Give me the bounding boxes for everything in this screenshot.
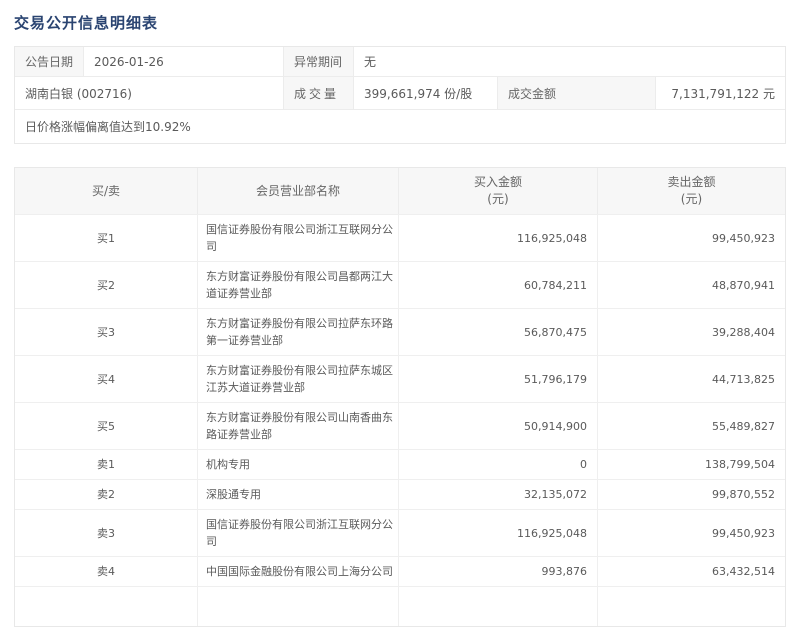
summary-row-note: 日价格涨幅偏离值达到10.92%	[15, 109, 785, 143]
side-cell: 买1	[15, 215, 198, 261]
abnormal-period-value: 无	[364, 55, 377, 69]
sell-amount-cell: 63,432,514	[712, 565, 775, 578]
sell-amount-cell: 48,870,941	[712, 278, 775, 292]
buy-amount-cell: 51,796,179	[399, 356, 598, 402]
broker-name-cell: 中国国际金融股份有限公司上海分公司	[198, 557, 399, 586]
table-row: 买1 国信证券股份有限公司浙江互联网分公司 116,925,048 99,450,92…	[15, 214, 785, 261]
table-row: 卖4 中国国际金融股份有限公司上海分公司 993,876 63,432,514	[15, 556, 785, 586]
announce-date-value: 2026-01-26	[84, 47, 284, 76]
buy-amount-cell: 993,876	[399, 557, 598, 586]
broker-table-header: 买/卖 会员营业部名称 买入金额 (元) 卖出金额 (元)	[15, 168, 785, 214]
side-cell	[15, 587, 198, 626]
buy-amount-cell: 32,135,072	[399, 480, 598, 509]
turnover-value: 7,131,791,122 元	[671, 86, 775, 101]
abnormal-period-label: 异常期间	[284, 47, 354, 76]
col-header-side: 买/卖	[15, 168, 198, 214]
side-cell: 卖2	[15, 480, 198, 509]
side-cell: 买3	[15, 309, 198, 355]
table-row: 卖3 国信证券股份有限公司浙江互联网分公司 116,925,048 99,450,92…	[15, 509, 785, 556]
sell-amount-cell: 99,870,552	[712, 488, 775, 501]
broker-name-cell: 国信证券股份有限公司浙江互联网分公司	[198, 215, 399, 261]
sell-amount-cell: 138,799,504	[705, 458, 775, 471]
col-header-sell-amount: 卖出金额 (元)	[667, 175, 716, 206]
turnover-label: 成交金额	[498, 77, 656, 109]
table-row: 买5 东方财富证券股份有限公司山南香曲东路证券营业部 50,914,900 55,48…	[15, 402, 785, 449]
buy-amount-cell: 50,914,900	[399, 403, 598, 449]
broker-name-cell: 东方财富证券股份有限公司拉萨东城区江苏大道证券营业部	[198, 356, 399, 402]
deviation-note: 日价格涨幅偏离值达到10.92%	[25, 120, 191, 134]
stock-name: 湖南白银 (002716)	[15, 77, 284, 109]
sell-amount-cell: 99,450,923	[712, 526, 775, 540]
broker-name-cell: 东方财富证券股份有限公司昌都两江大道证券营业部	[198, 262, 399, 308]
buy-amount-cell: 56,870,475	[399, 309, 598, 355]
table-row: 卖2 深股通专用 32,135,072 99,870,552	[15, 479, 785, 509]
report-page: 交易公开信息明细表 公告日期 2026-01-26 异常期间 无 湖南白银 (0…	[0, 0, 800, 627]
sell-amount-cell: 44,713,825	[712, 372, 775, 386]
table-row: 买4 东方财富证券股份有限公司拉萨东城区江苏大道证券营业部 51,796,179 44…	[15, 355, 785, 402]
col-header-broker-name: 会员营业部名称	[198, 168, 399, 214]
table-row: 卖1 机构专用 0 138,799,504	[15, 449, 785, 479]
broker-name-cell: 东方财富证券股份有限公司山南香曲东路证券营业部	[198, 403, 399, 449]
sell-amount-cell: 39,288,404	[712, 325, 775, 339]
announce-date-label: 公告日期	[15, 47, 84, 76]
sell-amount-cell: 99,450,923	[712, 231, 775, 245]
side-cell: 卖3	[15, 510, 198, 556]
broker-name-cell: 机构专用	[198, 450, 399, 479]
side-cell: 买5	[15, 403, 198, 449]
sell-amount-cell: 55,489,827	[712, 419, 775, 433]
volume-label: 成交量	[284, 77, 354, 109]
broker-table-body: 买1 国信证券股份有限公司浙江互联网分公司 116,925,048 99,450,92…	[15, 214, 785, 586]
table-row-partial	[15, 586, 785, 626]
broker-name-cell: 东方财富证券股份有限公司拉萨东环路第一证券营业部	[198, 309, 399, 355]
broker-table: 买/卖 会员营业部名称 买入金额 (元) 卖出金额 (元) 买1 国信证券股份有限…	[14, 167, 786, 627]
summary-table: 公告日期 2026-01-26 异常期间 无 湖南白银 (002716) 成交量…	[14, 46, 786, 144]
col-header-buy-amount: 买入金额 (元)	[399, 168, 598, 214]
side-cell: 卖1	[15, 450, 198, 479]
table-row: 买2 东方财富证券股份有限公司昌都两江大道证券营业部 60,784,211 48,87…	[15, 261, 785, 308]
buy-amount-cell: 116,925,048	[399, 215, 598, 261]
summary-row-date: 公告日期 2026-01-26 异常期间 无	[15, 47, 785, 76]
page-title: 交易公开信息明细表	[14, 14, 159, 32]
buy-amount-cell: 116,925,048	[399, 510, 598, 556]
side-cell: 卖4	[15, 557, 198, 586]
summary-row-stock: 湖南白银 (002716) 成交量 399,661,974 份/股 成交金额 7…	[15, 76, 785, 109]
sell-amount-cell	[598, 587, 785, 626]
buy-amount-cell: 0	[399, 450, 598, 479]
volume-value: 399,661,974 份/股	[354, 77, 498, 109]
buy-amount-cell: 60,784,211	[399, 262, 598, 308]
broker-name-cell	[198, 587, 399, 626]
broker-name-cell: 深股通专用	[198, 480, 399, 509]
side-cell: 买2	[15, 262, 198, 308]
broker-name-cell: 国信证券股份有限公司浙江互联网分公司	[198, 510, 399, 556]
buy-amount-cell	[399, 587, 598, 626]
side-cell: 买4	[15, 356, 198, 402]
table-row: 买3 东方财富证券股份有限公司拉萨东环路第一证券营业部 56,870,475 39,2…	[15, 308, 785, 355]
